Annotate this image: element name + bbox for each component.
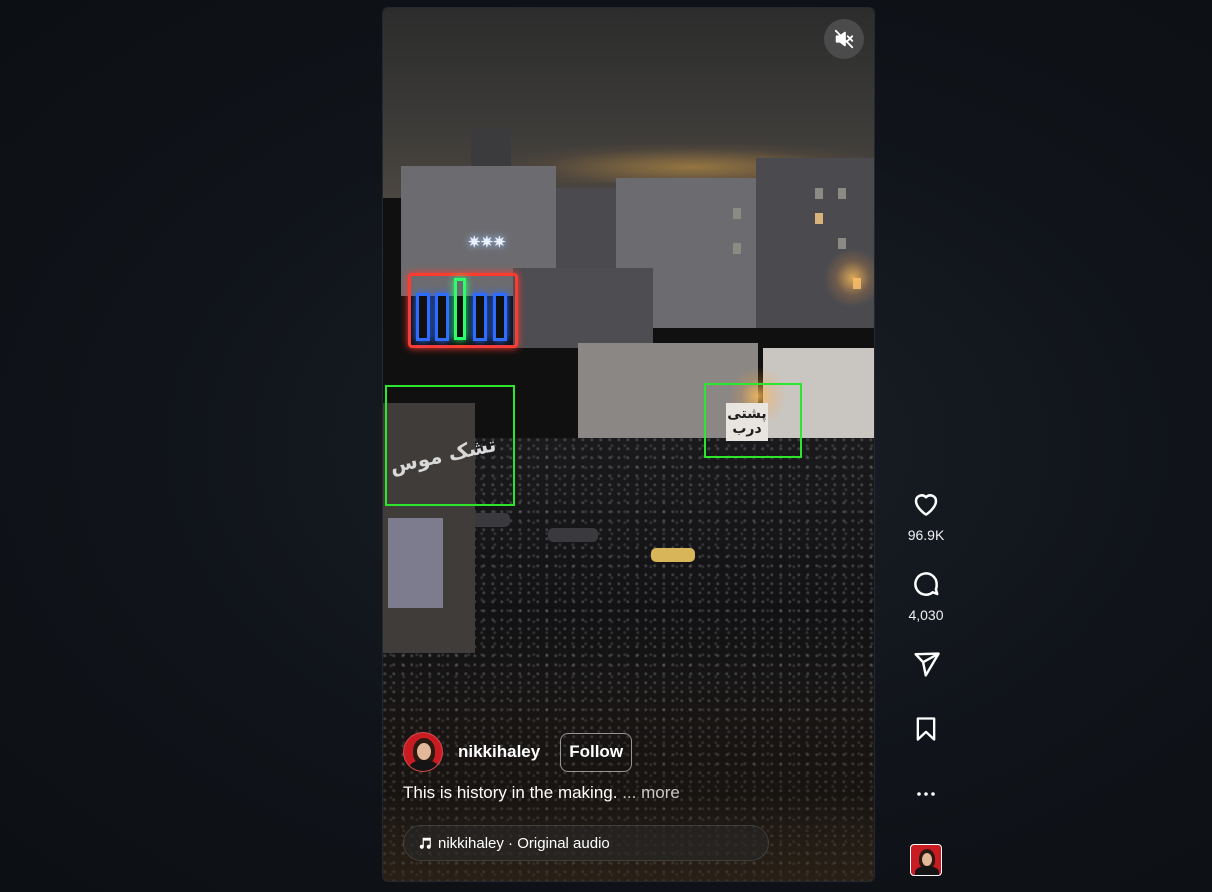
caption: This is history in the making. ... more xyxy=(403,783,680,803)
highlight-box-left xyxy=(385,385,515,506)
neon-bar xyxy=(473,293,487,341)
comment-button[interactable] xyxy=(906,564,946,604)
mute-toggle-button[interactable] xyxy=(824,19,864,59)
audio-pill[interactable]: nikkihaley · Original audio xyxy=(403,825,769,861)
avatar-body xyxy=(409,760,439,771)
more-options-button[interactable] xyxy=(906,774,946,814)
comment-icon xyxy=(914,572,939,596)
author-row: nikkihaley Follow xyxy=(403,731,633,773)
music-note-icon xyxy=(418,836,432,850)
window xyxy=(733,243,741,254)
window xyxy=(838,188,846,199)
window xyxy=(733,208,741,219)
likes-count: 96.9K xyxy=(907,527,945,543)
avatar-face xyxy=(417,743,431,760)
window xyxy=(838,238,846,249)
caption-more-link[interactable]: ... more xyxy=(622,783,680,802)
building-balcony xyxy=(513,268,653,348)
more-icon xyxy=(917,792,935,796)
streetlight-glow xyxy=(823,248,874,308)
neon-bar xyxy=(416,293,430,341)
audio-label: nikkihaley · Original audio xyxy=(438,834,610,852)
car xyxy=(548,528,598,542)
highlight-box-right xyxy=(704,383,802,458)
bookmark-icon xyxy=(916,717,936,741)
like-button[interactable] xyxy=(906,484,946,524)
avatar-body xyxy=(915,866,939,875)
window xyxy=(815,213,823,224)
neon-bar xyxy=(454,278,466,340)
save-button[interactable] xyxy=(906,709,946,749)
neon-bar xyxy=(493,293,507,341)
reel-video[interactable]: ✷✷✷ تشک موس پشتی درب nikkihaley Follow T… xyxy=(382,7,875,882)
share-button[interactable] xyxy=(906,644,946,684)
share-icon xyxy=(913,651,940,677)
caption-text: This is history in the making. xyxy=(403,783,618,802)
car-taxi xyxy=(651,548,695,562)
follow-button[interactable]: Follow xyxy=(560,732,633,772)
left-shop-window xyxy=(388,518,443,608)
author-avatar[interactable] xyxy=(403,732,443,772)
heart-icon xyxy=(914,494,938,516)
window xyxy=(815,188,823,199)
author-username[interactable]: nikkihaley xyxy=(458,742,540,762)
speaker-muted-icon xyxy=(834,29,854,49)
avatar-face xyxy=(922,853,932,866)
comments-count: 4,030 xyxy=(908,607,944,623)
neon-sign: ✷✷✷ xyxy=(468,234,506,251)
reels-page: ✷✷✷ تشک موس پشتی درب nikkihaley Follow T… xyxy=(0,0,1212,892)
neon-bar xyxy=(435,293,449,341)
audio-thumbnail-avatar[interactable] xyxy=(910,844,942,876)
